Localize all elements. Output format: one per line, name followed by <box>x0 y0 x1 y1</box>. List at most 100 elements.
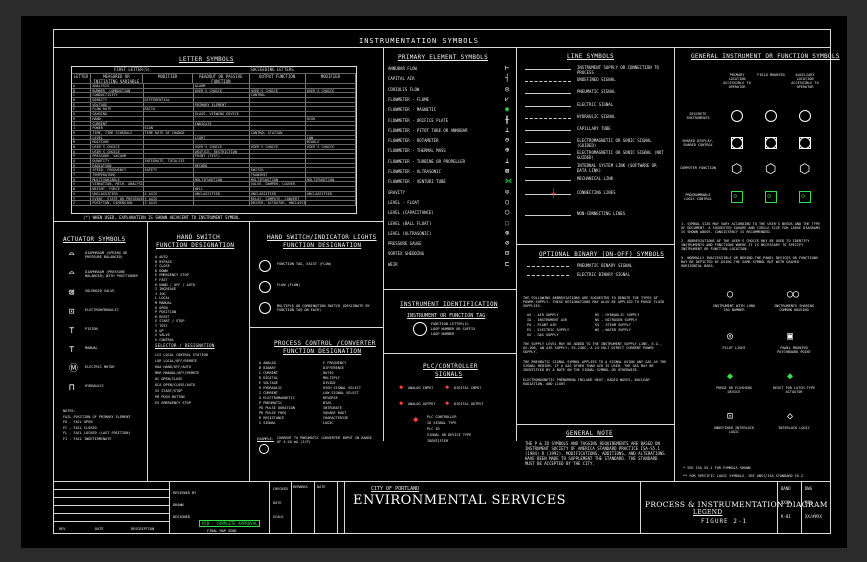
table-cell: CONTROL STATION <box>250 130 306 135</box>
table-cell: SAFETY <box>144 168 194 173</box>
table-cell <box>144 116 194 121</box>
table-cell: TIME RATE OF CHANGE <box>144 130 194 135</box>
primary-element-label: LEVEL - FLOAT <box>388 199 420 205</box>
hsl-label: MULTIPLE OR COMBINATION SWITCH (DESIGNAT… <box>277 304 370 312</box>
hsl-label: FUNCTION TAG, EXIST (FLOW) <box>277 262 332 266</box>
table-cell: D <box>72 98 92 102</box>
table-cell: USER'S CHOICE <box>194 144 250 149</box>
table-cell: DENSITY <box>91 98 144 102</box>
line-symbol-sample <box>525 167 571 168</box>
gi-footer-note: ** FOR SPECIFIC LOGIC SYMBOLS, SEE ANSI/… <box>683 474 804 478</box>
table-cell <box>144 88 194 93</box>
gi-circle-inner <box>765 137 777 149</box>
primary-element-label: FLOWMETER - VENTURI TUBE <box>388 179 446 185</box>
table-cell <box>306 149 357 154</box>
plc-signal-label: DIGITAL OUTPUT <box>454 402 484 406</box>
table-cell: VOLTAGE <box>91 102 144 107</box>
line-symbol-label: CAPILLARY TUBE <box>577 126 611 131</box>
table-cell: W <box>72 187 92 191</box>
title-field-label: REVIEWED BY <box>173 491 197 495</box>
line-symbol-label: ELECTROMAGNETIC OR SONIC SIGNAL (NOT GUI… <box>577 150 664 160</box>
actuator-label: PISTON <box>85 327 98 331</box>
table-cell: X AXIS <box>144 191 194 196</box>
table-cell: VIBRATION, MECH. ANALYSIS <box>92 182 144 187</box>
pc-right-item: LOGIC <box>323 421 334 425</box>
table-cell <box>250 116 306 121</box>
table-cell: UNCLASSIFIED <box>250 191 306 196</box>
primary-element-icon: ╫ <box>505 115 510 124</box>
primary-element-label: FLOWMETER - PITOT TUBE OR ANNUBAR <box>388 127 468 133</box>
table-cell <box>194 173 250 177</box>
main-title: INSTRUMENTATION SYMBOLS <box>359 37 479 45</box>
gi-row-label: SHARED DISPLAY, SHARED CONTROL <box>682 139 714 147</box>
primary-element-label: FLOWMETER - TURBINE OR PROPELLER <box>388 158 466 164</box>
table-header-cell: OUTPUT FUNCTION <box>250 74 306 83</box>
table-cell <box>306 84 357 88</box>
gi-extra-label: RESET FOR LATCH-TYPE ACTUATOR <box>772 386 816 394</box>
table-cell: TEMPERATURE <box>91 173 144 177</box>
primary-element-label: GRAVITY <box>388 189 405 195</box>
gi-hexagon-symbol: ⬡ <box>799 162 811 177</box>
primary-element-label: CORIOLIS FLOW <box>388 86 420 92</box>
table-header-cell: MODIFIER <box>306 74 357 83</box>
table-cell <box>250 126 306 130</box>
table-cell <box>306 173 357 177</box>
table-cell <box>144 163 194 168</box>
plc-detail-label: IDENTIFIER <box>427 439 449 443</box>
table-cell: X <box>72 191 92 196</box>
drawing-sheet: INSTRUMENTATION SYMBOLS LETTER SYMBOLS F… <box>21 16 847 548</box>
table-cell <box>144 187 194 191</box>
table-cell <box>194 130 250 135</box>
primary-element-label: FLOWMETER - ULTRASONIC <box>388 169 441 174</box>
primary-element-label: WEIR <box>388 261 398 267</box>
line-symbol-sample <box>525 130 571 131</box>
gi-extra-label: PURGE OR FLUSHING DEVICE <box>716 386 752 394</box>
pc-example-icon <box>259 444 269 454</box>
line-symbol-label: ELECTROMAGNETIC OR SONIC SIGNAL (GUIDED) <box>577 138 652 148</box>
table-cell: P <box>72 154 92 158</box>
table-cell: K <box>72 130 92 135</box>
table-cell <box>306 187 357 191</box>
table-cell: INTEGRATE, TOTALIZE <box>144 159 194 163</box>
table-cell <box>144 173 194 177</box>
table-cell <box>250 98 306 102</box>
gi-extra-label: UNDEFINED INTERLOCK LOGIC <box>713 426 755 434</box>
rev-row-line <box>53 497 169 498</box>
pc-example-text: CURRENT TO PNEUMATIC CONVERTER INPUT IN … <box>277 436 372 444</box>
table-cell <box>144 177 194 182</box>
primary-element-icon: ⋈ <box>505 177 512 186</box>
table-cell: B <box>72 88 92 93</box>
rev-row-line <box>53 489 169 490</box>
table-cell: HAND <box>91 116 144 121</box>
primary-element-icon: ⊚ <box>505 228 510 237</box>
table-header-cell: READOUT OR PASSIVE FUNCTION <box>193 74 250 83</box>
instrument-id-sub: INSTRUMENT OR FUNCTION TAG <box>407 313 486 319</box>
plc-signal-icon: ◆ <box>399 383 404 391</box>
actuator-label: HYDRAULIC <box>85 384 104 388</box>
primary-element-icon: ⟂ <box>505 156 510 165</box>
divider <box>516 244 674 245</box>
table-cell <box>306 126 357 130</box>
letter-symbols-footnote: (*) WHEN USED, EXPLANATION IS SHOWN ADJA… <box>83 215 240 220</box>
table-cell: ANALYSIS <box>91 84 144 88</box>
sheet-info: BAND <box>781 486 791 491</box>
figure-number: FIGURE 2-1 <box>701 518 748 525</box>
sheet-info: R-01 <box>781 514 791 519</box>
table-cell <box>194 140 250 144</box>
plc-signal-label: ANALOG INPUT <box>408 386 434 390</box>
table-cell <box>144 93 194 98</box>
gi-hexagon-symbol: ⬡ <box>731 162 743 177</box>
table-cell <box>194 182 250 187</box>
line-symbol-label: CONNECTING LINES <box>577 190 616 195</box>
table-cell: USER'S CHOICE <box>250 88 306 93</box>
primary-element-icon: ⊖ <box>505 136 510 145</box>
primary-element-label: ANNUBAR FLOW <box>388 66 417 71</box>
table-cell: POWER <box>91 126 144 130</box>
gi-circle-symbol <box>765 110 777 122</box>
table-cell <box>306 93 357 98</box>
table-cell: PRIMARY ELEMENT <box>194 102 250 107</box>
binary-label: PNEUMATIC BINARY SIGNAL <box>577 263 633 268</box>
table-cell: DRIVER, ACTUATOR, UNCLASSIFIED FINAL CON… <box>250 201 306 205</box>
table-cell <box>194 107 250 112</box>
table-cell <box>306 107 357 112</box>
